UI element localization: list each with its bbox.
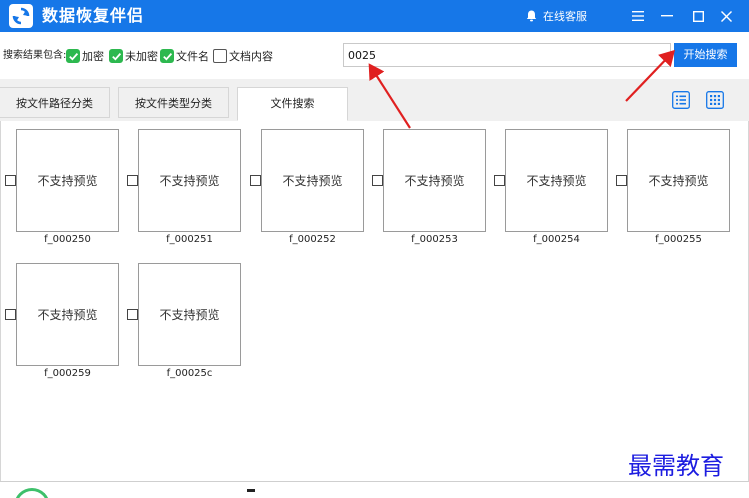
filter-unencrypted-label: 未加密 [125,50,158,63]
file-item[interactable]: 不支持预览 f_000254 [494,129,608,251]
app-logo-icon [9,4,33,28]
file-grid: 不支持预览 f_000250 不支持预览 f_000251 不支持预览 f_00… [0,121,749,481]
checkbox-unchecked-icon [213,49,227,63]
filter-doc-content-label: 文档内容 [229,50,273,63]
file-select-checkbox[interactable] [616,175,627,186]
file-item[interactable]: 不支持预览 f_000250 [5,129,119,251]
watermark: 最需教育 [628,452,724,480]
start-search-button[interactable]: 开始搜索 [674,43,737,67]
tab-file-search[interactable]: 文件搜索 [237,87,348,121]
tab-by-type[interactable]: 按文件类型分类 [118,87,229,118]
file-preview: 不支持预览 [261,129,364,232]
search-toolbar: 搜索结果包含: 加密 未加密 文件名 文档内容 开始搜索 [0,32,749,79]
file-select-checkbox[interactable] [494,175,505,186]
file-preview: 不支持预览 [627,129,730,232]
tab-bar: 按文件路径分类 按文件类型分类 文件搜索 [0,79,749,121]
filter-doc-content-checkbox[interactable]: 文档内容 [213,47,273,65]
brand-logo-icon [14,488,50,498]
file-select-checkbox[interactable] [250,175,261,186]
filter-filename-checkbox[interactable]: 文件名 [160,47,209,65]
tab-by-path[interactable]: 按文件路径分类 [0,87,110,118]
search-input[interactable] [343,43,671,67]
file-select-checkbox[interactable] [5,175,16,186]
grid-view-button[interactable] [703,88,727,112]
minimize-icon [661,15,673,17]
file-name: f_000253 [411,234,458,245]
menu-button[interactable] [626,4,650,28]
file-name: f_00025c [166,368,213,379]
close-button[interactable] [714,4,738,28]
grid-view-icon [706,91,724,109]
list-view-icon [672,91,690,109]
checkbox-checked-icon [66,49,80,63]
file-name: f_000252 [289,234,336,245]
file-preview: 不支持预览 [505,129,608,232]
file-name: f_000254 [533,234,580,245]
status-mark [247,489,255,492]
maximize-icon [692,10,704,22]
list-view-button[interactable] [669,88,693,112]
minimize-button[interactable] [655,4,679,28]
bell-icon [526,10,537,22]
file-preview: 不支持预览 [16,263,119,366]
menu-icon [632,11,644,21]
file-name: f_000250 [44,234,91,245]
file-item[interactable]: 不支持预览 f_000259 [5,263,119,385]
checkbox-checked-icon [160,49,174,63]
file-item[interactable]: 不支持预览 f_00025c [127,263,241,385]
file-name: f_000255 [655,234,702,245]
file-preview: 不支持预览 [138,129,241,232]
file-select-checkbox[interactable] [127,175,138,186]
title-bar: 数据恢复伴侣 在线客服 [0,0,749,32]
file-preview: 不支持预览 [16,129,119,232]
online-service-button[interactable]: 在线客服 [526,7,587,25]
file-preview: 不支持预览 [138,263,241,366]
filter-filename-label: 文件名 [176,50,209,63]
file-select-checkbox[interactable] [127,309,138,320]
maximize-button[interactable] [686,4,710,28]
file-item[interactable]: 不支持预览 f_000252 [250,129,364,251]
file-select-checkbox[interactable] [5,309,16,320]
app-window: 数据恢复伴侣 在线客服 搜索结果包含: 加密 未加密 文件名 文档内容 0025… [0,0,749,498]
file-select-checkbox[interactable] [372,175,383,186]
filter-encrypted-checkbox[interactable]: 加密 [66,47,104,65]
file-preview: 不支持预览 [383,129,486,232]
close-icon [720,10,732,22]
file-name: f_000259 [44,368,91,379]
filter-encrypted-label: 加密 [82,50,104,63]
file-item[interactable]: 不支持预览 f_000255 [616,129,730,251]
app-title: 数据恢复伴侣 [42,6,145,25]
file-item[interactable]: 不支持预览 f_000253 [372,129,486,251]
status-bar [0,481,749,498]
checkbox-checked-icon [109,49,123,63]
filter-unencrypted-checkbox[interactable]: 未加密 [109,47,158,65]
file-name: f_000251 [166,234,213,245]
online-service-label: 在线客服 [543,10,587,23]
file-item[interactable]: 不支持预览 f_000251 [127,129,241,251]
filter-caption: 搜索结果包含: [3,50,67,61]
